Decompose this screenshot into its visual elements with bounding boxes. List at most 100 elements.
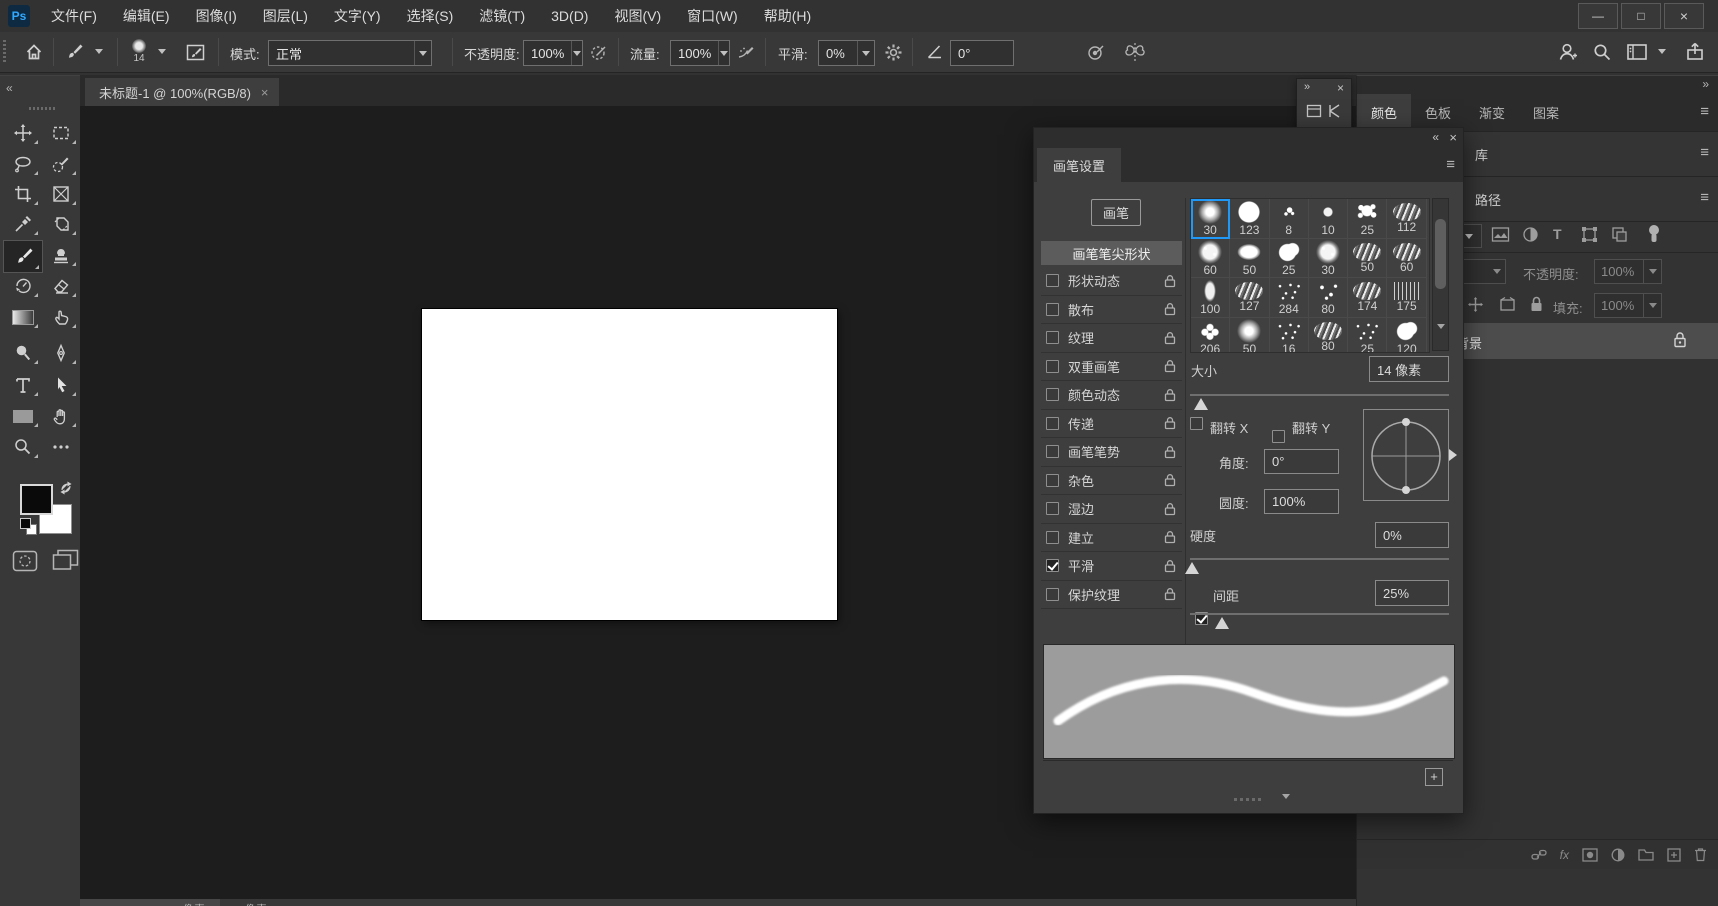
brush-tip-cell[interactable]: 175	[1387, 278, 1426, 318]
brush-tip-cell[interactable]: 25	[1348, 318, 1387, 353]
panel-resize-grip[interactable]	[1234, 798, 1264, 801]
setting-checkbox[interactable]	[1046, 388, 1059, 401]
brush-panel-menu-icon[interactable]: ≡	[1446, 156, 1455, 173]
setting-checkbox[interactable]	[1046, 474, 1059, 487]
menu-item-10[interactable]: 帮助(H)	[751, 0, 824, 32]
filter-adjustment-layers-icon[interactable]	[1522, 226, 1539, 244]
brush-setting-row[interactable]: 传递	[1041, 410, 1182, 439]
roundness-input[interactable]: 100%	[1264, 489, 1339, 514]
spacing-slider-track[interactable]	[1190, 613, 1449, 615]
document-tab[interactable]: 未标题-1 @ 100%(RGB/8) ×	[85, 78, 279, 106]
brush-angle-input[interactable]: 0°	[950, 40, 1014, 66]
minimize-button[interactable]: —	[1578, 3, 1618, 29]
brush-tip-cell[interactable]: 16	[1270, 318, 1309, 353]
setting-checkbox[interactable]	[1046, 331, 1059, 344]
document-canvas[interactable]	[422, 309, 837, 620]
pressure-size-icon[interactable]	[1085, 41, 1107, 63]
libraries-tab[interactable]: 库	[1475, 145, 1488, 164]
menu-item-2[interactable]: 图像(I)	[183, 0, 250, 32]
brush-tip-cell[interactable]: 50	[1348, 239, 1387, 279]
brush-setting-row[interactable]: 画笔笔势	[1041, 438, 1182, 467]
brush-tool-icon[interactable]	[62, 41, 86, 63]
options-bar-grip[interactable]	[3, 40, 6, 64]
adjustment-layer-icon[interactable]	[1611, 848, 1625, 862]
close-panel-group-icon[interactable]: ×	[1337, 81, 1344, 95]
lock-icon[interactable]	[1164, 302, 1176, 316]
eraser-tool[interactable]	[43, 272, 79, 300]
lock-icon[interactable]	[1164, 388, 1176, 402]
smoothing-gear-icon[interactable]	[882, 41, 904, 63]
brush-tip-cell[interactable]: 60	[1191, 239, 1230, 279]
brush-tip-cell[interactable]: 10	[1309, 199, 1348, 239]
dock-tab-3[interactable]: 图案	[1519, 94, 1573, 131]
eyedropper-tool[interactable]	[5, 210, 41, 238]
panel-close-icon[interactable]: ×	[1449, 130, 1457, 145]
clone-stamp-tool[interactable]	[43, 241, 79, 269]
setting-checkbox[interactable]	[1046, 559, 1059, 572]
brush-preset-chevron-icon[interactable]	[158, 49, 166, 54]
link-layers-icon[interactable]	[1531, 848, 1547, 862]
brush-setting-row[interactable]: 保护纹理	[1041, 581, 1182, 610]
brush-preset-picker[interactable]: 14	[132, 39, 146, 64]
lock-icon[interactable]	[1164, 416, 1176, 430]
brush-tool-chevron-icon[interactable]	[95, 49, 103, 54]
brush-tip-cell[interactable]: 50	[1230, 318, 1269, 353]
new-layer-icon[interactable]	[1667, 848, 1681, 862]
quick-mask-icon[interactable]	[12, 550, 38, 572]
brush-tip-cell[interactable]: 80	[1309, 278, 1348, 318]
brush-tip-cell[interactable]: 123	[1230, 199, 1269, 239]
zoom-tool[interactable]	[5, 433, 41, 461]
dodge-tool[interactable]	[5, 339, 41, 367]
scrollbar-thumb[interactable]	[1435, 219, 1446, 289]
filter-pixel-layers-icon[interactable]	[1491, 226, 1510, 244]
paths-panel-menu-icon[interactable]: ≡	[1700, 189, 1709, 206]
brush-settings-tab[interactable]: 画笔设置	[1037, 148, 1121, 182]
lock-icon[interactable]	[1164, 587, 1176, 601]
move-tool[interactable]	[5, 119, 41, 147]
brush-setting-row[interactable]: 纹理	[1041, 324, 1182, 353]
hardness-input[interactable]: 0%	[1375, 522, 1449, 548]
mode-select[interactable]: 正常	[268, 40, 432, 66]
lock-icon[interactable]	[1164, 359, 1176, 373]
flow-select[interactable]: 100%	[670, 40, 730, 66]
brush-tip-cell[interactable]: 112	[1387, 199, 1426, 239]
filter-type-layers-icon[interactable]: T	[1553, 226, 1562, 242]
smoothing-select[interactable]: 0%	[818, 40, 875, 66]
setting-checkbox[interactable]	[1046, 531, 1059, 544]
hardness-slider-thumb[interactable]	[1185, 562, 1199, 574]
frame-tool[interactable]	[43, 180, 79, 208]
lock-icon[interactable]	[1164, 274, 1176, 288]
size-slider-track[interactable]	[1190, 394, 1449, 396]
screen-mode-icon[interactable]	[52, 549, 79, 572]
type-tool[interactable]	[5, 371, 41, 399]
collapsed-brush-settings-panel-icon[interactable]	[1327, 103, 1343, 119]
lock-icon[interactable]	[1164, 502, 1176, 516]
brush-tool-selected[interactable]	[4, 241, 42, 272]
layer-effects-icon[interactable]: fx	[1560, 848, 1569, 862]
libraries-panel-menu-icon[interactable]: ≡	[1700, 144, 1709, 161]
paint-symmetry-icon[interactable]	[1122, 40, 1148, 64]
panel-scroll-more-icon[interactable]	[1282, 799, 1290, 817]
swap-colors-icon[interactable]	[58, 480, 74, 496]
brush-tip-cell[interactable]: 206	[1191, 318, 1230, 353]
toolbar-collapse-icon[interactable]: «	[6, 81, 13, 95]
lock-icon[interactable]	[1164, 559, 1176, 573]
brushes-button[interactable]: 画笔	[1091, 199, 1141, 226]
brush-tip-cell[interactable]: 30	[1309, 239, 1348, 279]
color-panel-menu-icon[interactable]: ≡	[1700, 103, 1709, 120]
workspace-switcher-icon[interactable]	[1624, 41, 1650, 63]
close-button[interactable]: ×	[1664, 3, 1704, 29]
dock-tab-0[interactable]: 颜色	[1357, 94, 1411, 131]
brush-tip-cell[interactable]: 30	[1191, 199, 1230, 239]
expand-panels-icon[interactable]: »	[1304, 81, 1310, 93]
setting-checkbox[interactable]	[1046, 360, 1059, 373]
menu-item-1[interactable]: 编辑(E)	[110, 0, 183, 32]
layers-fill-chevron-icon[interactable]	[1643, 293, 1662, 318]
lock-icon[interactable]	[1164, 331, 1176, 345]
layer-lock-icon[interactable]	[1673, 331, 1687, 348]
layers-opacity-chevron-icon[interactable]	[1643, 259, 1662, 284]
brush-setting-row[interactable]: 颜色动态	[1041, 381, 1182, 410]
spacing-slider-thumb[interactable]	[1215, 617, 1229, 629]
brush-setting-row[interactable]: 形状动态	[1041, 267, 1182, 296]
brush-tip-cell[interactable]: 100	[1191, 278, 1230, 318]
